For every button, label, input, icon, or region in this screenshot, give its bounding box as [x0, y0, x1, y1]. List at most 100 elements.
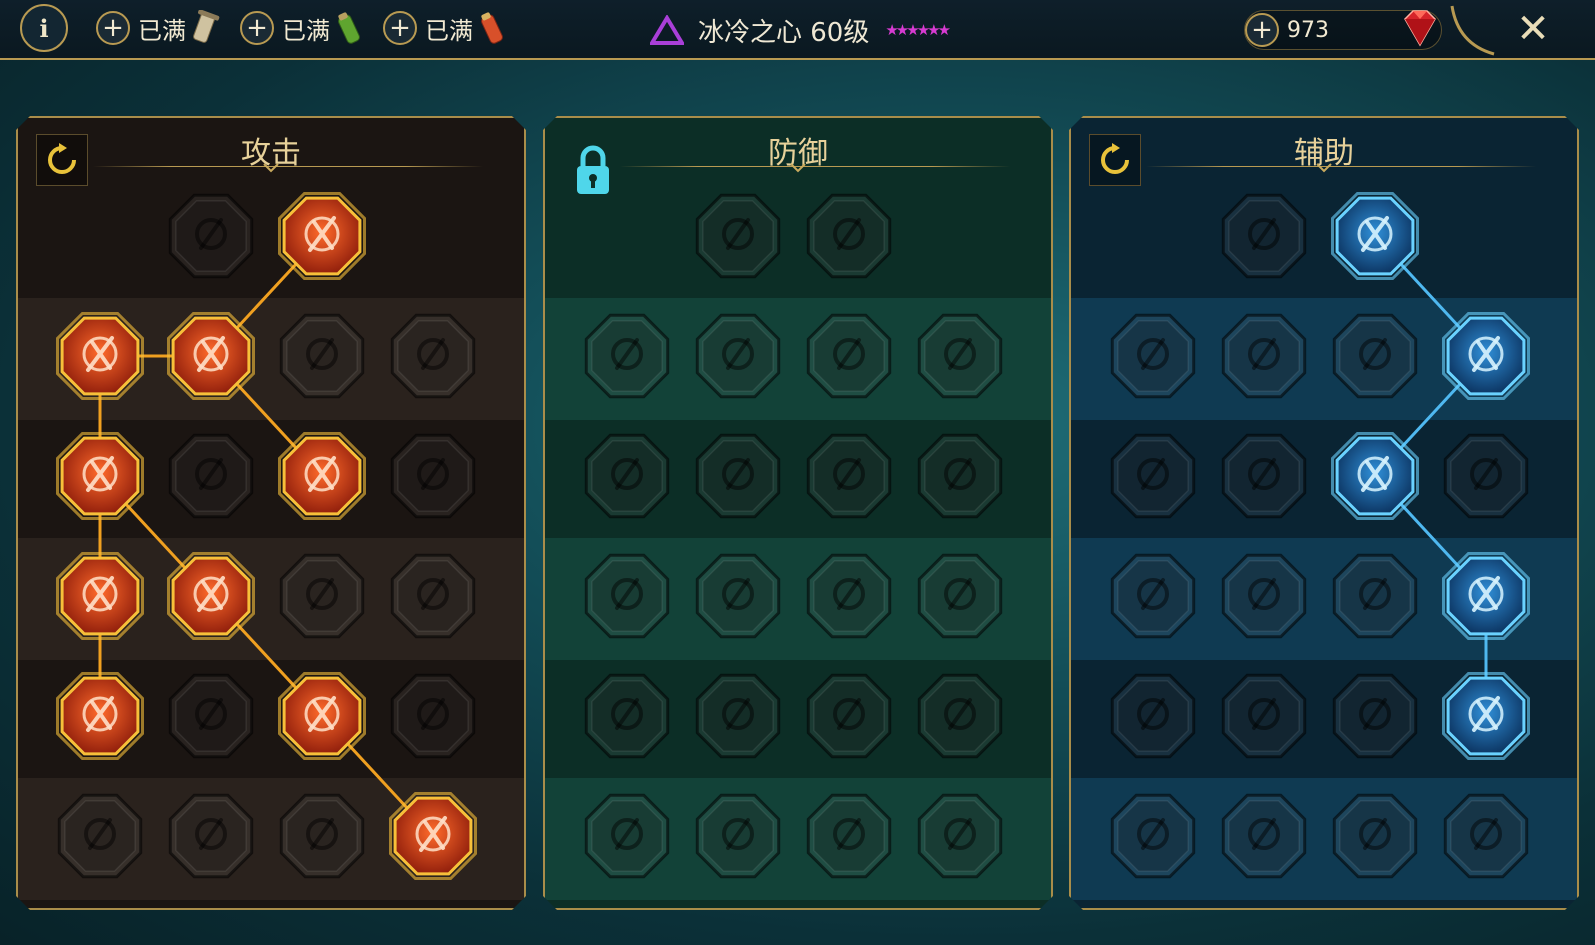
blessed-man-skill-node[interactable]	[1105, 428, 1201, 524]
shield-wave-icon	[1216, 308, 1312, 404]
gem-count: 973	[1287, 17, 1329, 43]
lightning-shield-skill-node[interactable]	[1216, 428, 1312, 524]
double-skull-skill-node[interactable]	[163, 668, 259, 764]
praying-hands-skill-node[interactable]	[1105, 308, 1201, 404]
horned-skull-skill-node[interactable]	[1216, 788, 1312, 884]
sword-arc-icon	[274, 668, 370, 764]
add-icon[interactable]: +	[96, 11, 130, 45]
ogre-skill-node[interactable]	[274, 788, 370, 884]
beast-icon	[579, 788, 675, 884]
chain-lightning-skill-node[interactable]	[385, 548, 481, 644]
skull-sun-skill-node[interactable]	[801, 668, 897, 764]
fireball-icon	[1216, 548, 1312, 644]
heart-plus-skill-node[interactable]	[1216, 188, 1312, 284]
eagle-skill-node[interactable]	[1438, 788, 1534, 884]
divider	[1146, 166, 1536, 167]
strong-man-icon	[385, 668, 481, 764]
drops-skill-node[interactable]	[690, 668, 786, 764]
add-icon[interactable]: +	[1245, 13, 1279, 47]
knight-shield-skill-node[interactable]	[690, 428, 786, 524]
shield-break-skill-node[interactable]	[274, 308, 370, 404]
crossed-swords-skill-node[interactable]	[163, 188, 259, 284]
arrow-burst-skill-node[interactable]	[52, 668, 148, 764]
puppet-skill-node[interactable]	[1438, 668, 1534, 764]
arrow-pierce-skill-node[interactable]	[52, 428, 148, 524]
sparkle-sword-skill-node[interactable]	[52, 788, 148, 884]
close-button[interactable]: ✕	[1510, 6, 1556, 52]
lightning-shield-icon	[1216, 428, 1312, 524]
dagger-slash-skill-node[interactable]	[274, 188, 370, 284]
demon-heart-skill-node[interactable]	[52, 308, 148, 404]
heart-hand-skill-node[interactable]	[690, 308, 786, 404]
beast-skill-node[interactable]	[579, 788, 675, 884]
axe-skill-node[interactable]	[274, 548, 370, 644]
shadow-figure-skill-node[interactable]	[1438, 428, 1534, 524]
knife-hand-skill-node[interactable]	[385, 428, 481, 524]
resource-slot-1[interactable]: + 已满	[96, 8, 221, 48]
fireball-skill-node[interactable]	[1216, 548, 1312, 644]
stone-golem-skill-node[interactable]	[801, 308, 897, 404]
cursed-heart-skill-node[interactable]	[385, 308, 481, 404]
drops-icon	[690, 668, 786, 764]
heart-skill-node[interactable]	[801, 428, 897, 524]
jaws-skill-node[interactable]	[163, 428, 259, 524]
spin-strike-skill-node[interactable]	[1327, 188, 1423, 284]
heart-icon	[801, 428, 897, 524]
shield-break-icon	[274, 308, 370, 404]
knight-helm-skill-node[interactable]	[163, 788, 259, 884]
bearded-face-skill-node[interactable]	[801, 788, 897, 884]
dash-icon	[579, 668, 675, 764]
panel-header: 防御	[545, 118, 1051, 178]
blood-hand-skill-node[interactable]	[801, 548, 897, 644]
shock-skill-node[interactable]	[1327, 428, 1423, 524]
chest-guard-skill-node[interactable]	[579, 308, 675, 404]
winged-shield-icon	[690, 788, 786, 884]
rally-skill-node[interactable]	[579, 548, 675, 644]
fist-sword-skill-node[interactable]	[163, 548, 259, 644]
bleeding-heart-skill-node[interactable]	[52, 548, 148, 644]
compass-skill-node[interactable]	[1105, 668, 1201, 764]
open-book-skill-node[interactable]	[1327, 548, 1423, 644]
eagle-icon	[1438, 788, 1534, 884]
row-band	[545, 178, 1051, 300]
armor-plates-skill-node[interactable]	[690, 188, 786, 284]
blocked-blade-skill-node[interactable]	[912, 308, 1008, 404]
skull-slash-skill-node[interactable]	[274, 428, 370, 524]
winged-shield-skill-node[interactable]	[690, 788, 786, 884]
resource-slot-2[interactable]: + 已满	[240, 8, 365, 48]
info-button[interactable]: i	[20, 4, 68, 52]
flaming-skull-skill-node[interactable]	[385, 788, 481, 884]
sword-arc-skill-node[interactable]	[274, 668, 370, 764]
chained-heart-skill-node[interactable]	[1105, 548, 1201, 644]
shield-wave-skill-node[interactable]	[1216, 308, 1312, 404]
strong-man-skill-node[interactable]	[385, 668, 481, 764]
rally-icon	[579, 548, 675, 644]
resource-slot-3[interactable]: + 已满	[383, 8, 508, 48]
blade-rush-skill-node[interactable]	[163, 308, 259, 404]
blood-hand-icon	[801, 548, 897, 644]
raised-fist-skill-node[interactable]	[801, 188, 897, 284]
add-icon[interactable]: +	[383, 11, 417, 45]
fist-gauntlet-icon	[1327, 788, 1423, 884]
aura-head-skill-node[interactable]	[912, 428, 1008, 524]
smoke-skull-skill-node[interactable]	[1327, 308, 1423, 404]
eye-icon	[1327, 668, 1423, 764]
speed-boot-skill-node[interactable]	[1216, 668, 1312, 764]
dash-skill-node[interactable]	[579, 668, 675, 764]
bull-skill-node[interactable]	[912, 548, 1008, 644]
compass-icon	[1105, 668, 1201, 764]
angry-eyes-skill-node[interactable]	[1438, 548, 1534, 644]
hand-swirl-skill-node[interactable]	[912, 668, 1008, 764]
add-icon[interactable]: +	[240, 11, 274, 45]
gem-counter[interactable]: + 973	[1244, 10, 1442, 50]
swift-boot-skill-node[interactable]	[1438, 308, 1534, 404]
fist-gauntlet-skill-node[interactable]	[1327, 788, 1423, 884]
muscle-man-skill-node[interactable]	[912, 788, 1008, 884]
hourglass-skill-node[interactable]	[690, 548, 786, 644]
row-band	[1071, 178, 1577, 300]
potion-skill-node[interactable]	[1105, 788, 1201, 884]
dodge-skill-node[interactable]	[579, 428, 675, 524]
attack-panel: 攻击	[16, 116, 526, 910]
eye-skill-node[interactable]	[1327, 668, 1423, 764]
potion-icon	[1105, 788, 1201, 884]
